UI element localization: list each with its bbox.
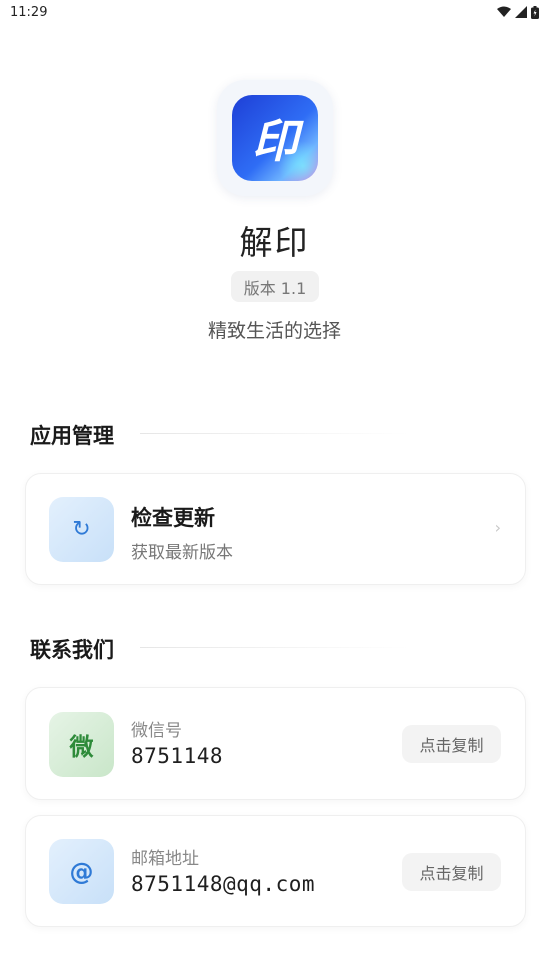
app-name: 解印 xyxy=(239,223,310,262)
app-logo-icon: 印 xyxy=(232,95,318,181)
copy-wechat-button[interactable]: 点击复制 xyxy=(402,725,501,763)
section-title-app-management: 应用管理 xyxy=(30,424,114,448)
email-card: @ 邮箱地址 8751148@qq.com 点击复制 xyxy=(25,815,526,927)
version-badge: 版本 1.1 xyxy=(231,271,319,302)
wechat-label: 微信号 xyxy=(131,721,182,741)
wechat-icon: 微 xyxy=(49,712,114,777)
cell-signal-icon xyxy=(515,6,527,18)
check-update-card[interactable]: ↻ 检查更新 获取最新版本 › xyxy=(25,473,526,585)
section-divider xyxy=(140,647,409,648)
wifi-icon xyxy=(497,6,511,17)
status-time: 11:29 xyxy=(10,4,48,20)
status-bar: 11:29 xyxy=(0,0,549,24)
wechat-value: 8751148 xyxy=(131,744,224,768)
app-icon-frame: 印 xyxy=(217,80,333,196)
check-update-title: 检查更新 xyxy=(131,506,215,530)
battery-icon xyxy=(531,5,539,19)
wechat-card: 微 微信号 8751148 点击复制 xyxy=(25,687,526,800)
section-divider xyxy=(140,433,409,434)
refresh-icon: ↻ xyxy=(49,497,114,562)
copy-email-button[interactable]: 点击复制 xyxy=(402,853,501,891)
status-icons xyxy=(497,5,539,19)
section-title-contact: 联系我们 xyxy=(30,638,114,662)
app-tagline: 精致生活的选择 xyxy=(207,320,341,342)
chevron-right-icon: › xyxy=(494,518,501,537)
at-sign-icon: @ xyxy=(49,839,114,904)
check-update-subtitle: 获取最新版本 xyxy=(131,543,233,563)
email-value: 8751148@qq.com xyxy=(131,872,316,896)
email-label: 邮箱地址 xyxy=(131,849,199,869)
